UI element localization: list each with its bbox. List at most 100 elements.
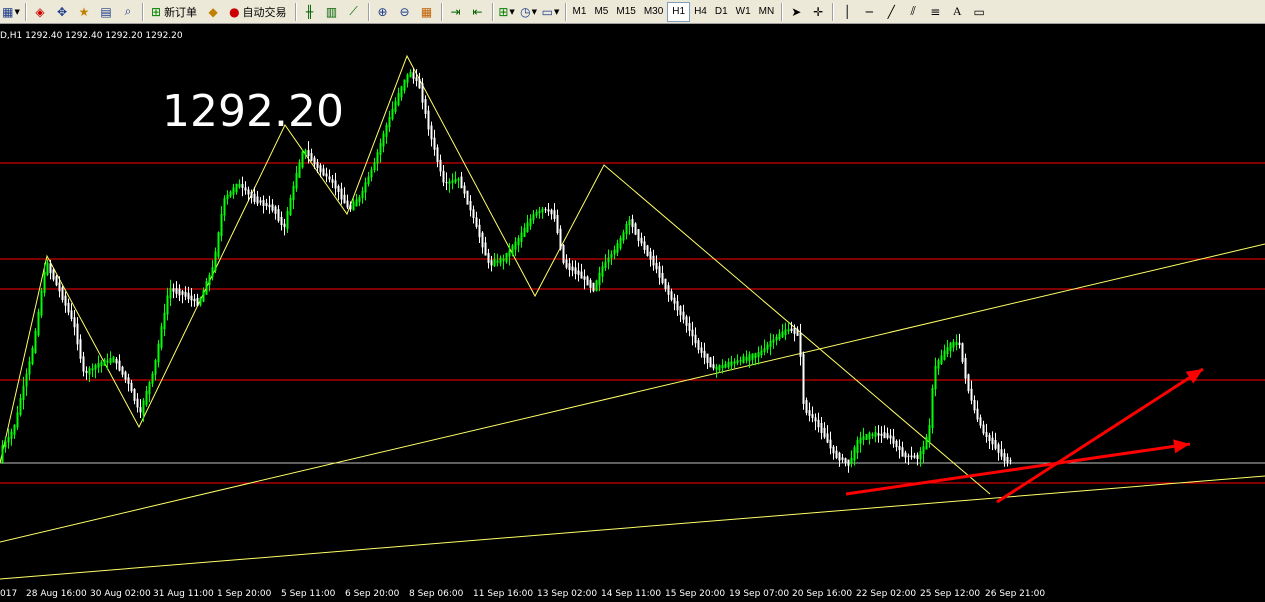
periods-icon[interactable]: ◷ ▼ (519, 2, 539, 22)
candle-body (526, 222, 529, 233)
candle-body (655, 262, 658, 270)
favorites-icon[interactable]: ★ (74, 2, 94, 22)
candle-body (721, 365, 724, 369)
auto-trading-button[interactable]: ● 自动交易 (225, 2, 290, 22)
indicators-icon[interactable]: ⊞ ▼ (497, 2, 517, 22)
timeframe-h4[interactable]: H4 (690, 3, 711, 21)
channel-icon[interactable]: ⫽ (903, 2, 923, 22)
candle-body (253, 193, 256, 202)
fibonacci-icon[interactable]: ≡ (925, 2, 945, 22)
candle-body (274, 206, 277, 214)
candle-body (214, 251, 217, 271)
candle-body (286, 211, 289, 229)
candle-body (688, 323, 691, 331)
metaeditor-icon[interactable]: ◆ (203, 2, 223, 22)
crosshair-icon[interactable]: ✛ (808, 2, 828, 22)
candle-body (751, 353, 754, 360)
candle-body (61, 287, 64, 301)
candle-body (766, 344, 769, 350)
candle-body (601, 266, 604, 277)
candle-body (241, 184, 244, 188)
candle-body (898, 445, 901, 451)
candle-body (652, 255, 655, 266)
candle-body (868, 432, 871, 440)
candle-body (985, 432, 988, 438)
horizontal-line-icon[interactable]: ─ (859, 2, 879, 22)
line-chart-icon[interactable]: ⟋ (344, 2, 364, 22)
candle-body (700, 347, 703, 353)
timeframe-d1[interactable]: D1 (711, 3, 732, 21)
timeframe-w1[interactable]: W1 (732, 3, 755, 21)
candle-body (301, 151, 304, 168)
price-chart[interactable]: D,H1 1292.40 1292.40 1292.20 1292.20 129… (0, 24, 1265, 602)
candle-body (811, 414, 814, 418)
timeframe-m30[interactable]: M30 (640, 3, 667, 21)
candle-body (502, 258, 505, 261)
vertical-line-icon[interactable]: │ (837, 2, 857, 22)
candle-body (964, 357, 967, 379)
timeframe-m1[interactable]: M1 (569, 3, 591, 21)
market-watch-icon[interactable]: ◈ (30, 2, 50, 22)
candle-body (352, 201, 355, 211)
timeframe-h1[interactable]: H1 (667, 1, 691, 22)
candle-body (961, 343, 964, 362)
zoom-in-icon[interactable]: ⊕ (373, 2, 393, 22)
candle-body (580, 271, 583, 279)
candle-body (373, 162, 376, 171)
red-arrow-steep-head (1185, 369, 1203, 384)
candle-body (544, 209, 547, 211)
candle-body (994, 440, 997, 449)
candle-body (217, 232, 220, 257)
candle-body (1006, 456, 1009, 463)
candle-body (679, 306, 682, 316)
candle-body (616, 243, 619, 253)
chart-shift-icon[interactable]: ⇤ (468, 2, 488, 22)
candle-body (49, 263, 52, 274)
candle-body (739, 360, 742, 362)
candle-body (556, 214, 559, 234)
candle-body (814, 417, 817, 422)
candle-body (208, 274, 211, 286)
candle-body (475, 217, 478, 227)
candle-body (133, 388, 136, 401)
candle-body (55, 276, 58, 286)
candle-body (763, 348, 766, 352)
terminal-icon[interactable]: ▤ (96, 2, 116, 22)
navigator-icon[interactable]: ✥ (52, 2, 72, 22)
auto-scroll-icon[interactable]: ⇥ (446, 2, 466, 22)
candle-body (94, 365, 97, 370)
candle-body (685, 316, 688, 326)
candle-body (592, 282, 595, 292)
new-order-button[interactable]: ⊞ 新订单 (147, 2, 201, 22)
candle-body (775, 336, 778, 341)
templates-icon[interactable]: ▭ ▼ (541, 2, 561, 22)
candle-body (1003, 453, 1006, 462)
text-tool-icon[interactable]: A (947, 2, 967, 22)
candle-body (223, 198, 226, 216)
candle-body (67, 302, 70, 313)
new-chart-icon[interactable]: ▦ ▼ (1, 2, 21, 22)
zoom-out-icon[interactable]: ⊖ (395, 2, 415, 22)
strategy-tester-icon[interactable]: ⌕ (118, 2, 138, 22)
zigzag-line (0, 54, 991, 495)
timeframe-m5[interactable]: M5 (590, 3, 612, 21)
candle-body (304, 150, 307, 155)
candle-body (205, 281, 208, 295)
timeframe-m15[interactable]: M15 (612, 3, 639, 21)
candlestick-icon[interactable]: ▥ (322, 2, 342, 22)
candle-body (376, 152, 379, 164)
timeframe-mn[interactable]: MN (755, 3, 779, 21)
new-order-icon: ⊞ (151, 4, 162, 19)
candle-body (127, 377, 130, 384)
candle-body (667, 285, 670, 295)
candle-body (439, 159, 442, 172)
tile-windows-icon[interactable]: ▦ (417, 2, 437, 22)
candle-body (1, 445, 4, 463)
candle-body (769, 340, 772, 348)
candle-body (541, 208, 544, 213)
trendline-icon[interactable]: ╱ (881, 2, 901, 22)
cursor-icon[interactable]: ➤ (786, 2, 806, 22)
label-tool-icon[interactable]: ▭ (969, 2, 989, 22)
bar-chart-icon[interactable]: ╫ (300, 2, 320, 22)
candle-body (670, 291, 673, 300)
